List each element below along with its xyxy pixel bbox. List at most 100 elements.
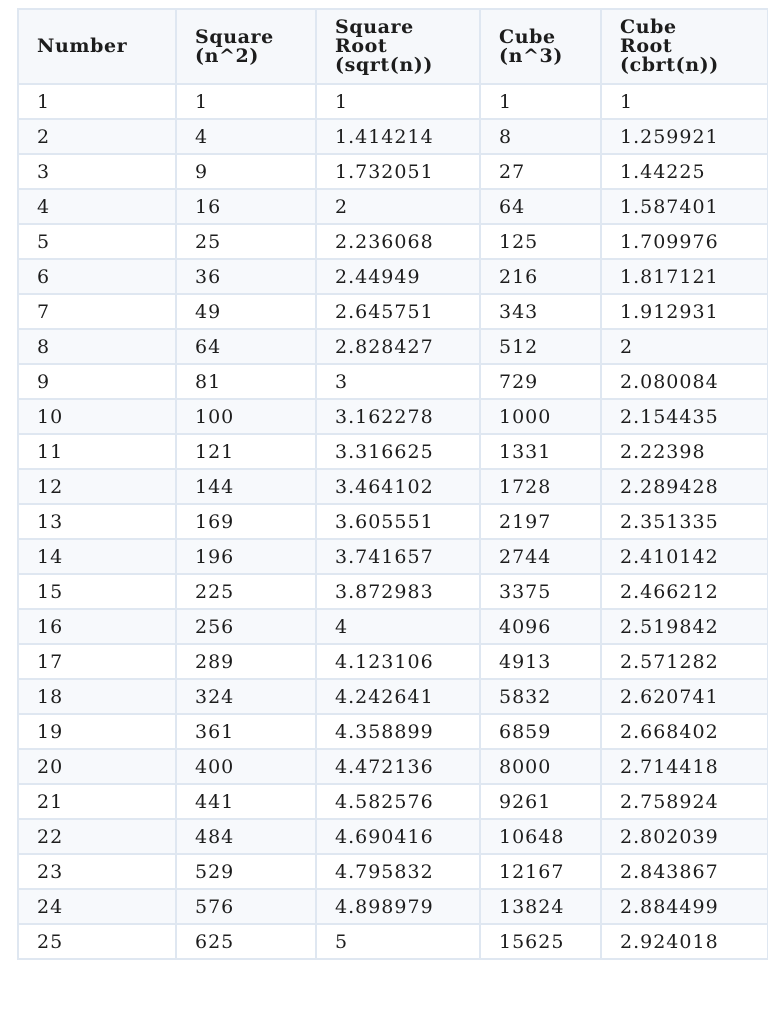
number-cell: 24 — [17, 888, 177, 925]
square-cell: 225 — [175, 573, 317, 610]
square-root-cell: 3.162278 — [315, 398, 481, 435]
table-row: 2 4 1.414214 8 1.259921 — [17, 118, 768, 155]
cube-cell: 13824 — [479, 888, 602, 925]
table-row: 8 64 2.828427 512 2 — [17, 328, 768, 365]
cube-root-cell: 1.709976 — [600, 223, 768, 260]
header-square-root: Square Root (sqrt(n)) — [315, 8, 481, 85]
square-root-cell: 4.582576 — [315, 783, 481, 820]
cube-root-cell: 2.924018 — [600, 923, 768, 960]
cube-cell: 12167 — [479, 853, 602, 890]
number-cell: 15 — [17, 573, 177, 610]
table-row: 7 49 2.645751 343 1.912931 — [17, 293, 768, 330]
number-cell: 10 — [17, 398, 177, 435]
table-row: 23 529 4.795832 12167 2.843867 — [17, 853, 768, 890]
table-row: 20 400 4.472136 8000 2.714418 — [17, 748, 768, 785]
square-cell: 196 — [175, 538, 317, 575]
cube-cell: 1 — [479, 83, 602, 120]
table-row: 4 16 2 64 1.587401 — [17, 188, 768, 225]
header-square: Square (n^2) — [175, 8, 317, 85]
square-cell: 169 — [175, 503, 317, 540]
cube-root-cell: 2.620741 — [600, 678, 768, 715]
cube-cell: 1000 — [479, 398, 602, 435]
number-cell: 6 — [17, 258, 177, 295]
header-cube: Cube (n^3) — [479, 8, 602, 85]
square-root-cell: 3.605551 — [315, 503, 481, 540]
cube-cell: 3375 — [479, 573, 602, 610]
cube-root-cell: 2 — [600, 328, 768, 365]
table-row: 17 289 4.123106 4913 2.571282 — [17, 643, 768, 680]
square-cell: 400 — [175, 748, 317, 785]
number-cell: 2 — [17, 118, 177, 155]
powers-and-roots-table-container: Number Square (n^2) Square Root (sqrt(n)… — [17, 8, 768, 960]
cube-cell: 9261 — [479, 783, 602, 820]
table-row: 14 196 3.741657 2744 2.410142 — [17, 538, 768, 575]
cube-root-cell: 2.466212 — [600, 573, 768, 610]
number-cell: 13 — [17, 503, 177, 540]
square-cell: 1 — [175, 83, 317, 120]
cube-root-cell: 1.912931 — [600, 293, 768, 330]
square-cell: 576 — [175, 888, 317, 925]
square-root-cell: 2 — [315, 188, 481, 225]
square-root-cell: 4.123106 — [315, 643, 481, 680]
cube-root-cell: 2.289428 — [600, 468, 768, 505]
square-root-cell: 1.732051 — [315, 153, 481, 190]
table-row: 15 225 3.872983 3375 2.466212 — [17, 573, 768, 610]
square-cell: 25 — [175, 223, 317, 260]
number-cell: 7 — [17, 293, 177, 330]
table-row: 16 256 4 4096 2.519842 — [17, 608, 768, 645]
table-row: 9 81 3 729 2.080084 — [17, 363, 768, 400]
powers-and-roots-table: Number Square (n^2) Square Root (sqrt(n)… — [17, 8, 768, 960]
header-row: Number Square (n^2) Square Root (sqrt(n)… — [17, 8, 768, 85]
cube-root-cell: 2.884499 — [600, 888, 768, 925]
square-root-cell: 3.316625 — [315, 433, 481, 470]
cube-cell: 4913 — [479, 643, 602, 680]
table-row: 11111 — [17, 83, 768, 120]
cube-cell: 343 — [479, 293, 602, 330]
cube-cell: 512 — [479, 328, 602, 365]
square-root-cell: 2.236068 — [315, 223, 481, 260]
square-root-cell: 1.414214 — [315, 118, 481, 155]
number-cell: 22 — [17, 818, 177, 855]
table-row: 5 25 2.236068 125 1.709976 — [17, 223, 768, 260]
cube-root-cell: 1.259921 — [600, 118, 768, 155]
square-cell: 64 — [175, 328, 317, 365]
table-row: 19 361 4.358899 6859 2.668402 — [17, 713, 768, 750]
cube-root-cell: 2.843867 — [600, 853, 768, 890]
cube-root-cell: 2.22398 — [600, 433, 768, 470]
number-cell: 11 — [17, 433, 177, 470]
number-cell: 3 — [17, 153, 177, 190]
square-root-cell: 3.872983 — [315, 573, 481, 610]
cube-cell: 2744 — [479, 538, 602, 575]
number-cell: 8 — [17, 328, 177, 365]
square-cell: 441 — [175, 783, 317, 820]
table-row: 3 9 1.732051 27 1.44225 — [17, 153, 768, 190]
cube-cell: 15625 — [479, 923, 602, 960]
square-cell: 529 — [175, 853, 317, 890]
square-root-cell: 2.828427 — [315, 328, 481, 365]
square-root-cell: 2.44949 — [315, 258, 481, 295]
square-root-cell: 3.464102 — [315, 468, 481, 505]
table-row: 12 144 3.464102 1728 2.289428 — [17, 468, 768, 505]
square-root-cell: 4.898979 — [315, 888, 481, 925]
number-cell: 9 — [17, 363, 177, 400]
number-cell: 1 — [17, 83, 177, 120]
number-cell: 5 — [17, 223, 177, 260]
cube-root-cell: 2.714418 — [600, 748, 768, 785]
table-header: Number Square (n^2) Square Root (sqrt(n)… — [17, 8, 768, 85]
square-root-cell: 4.242641 — [315, 678, 481, 715]
number-cell: 4 — [17, 188, 177, 225]
square-root-cell: 4 — [315, 608, 481, 645]
square-root-cell: 4.690416 — [315, 818, 481, 855]
square-cell: 324 — [175, 678, 317, 715]
table-row: 11 121 3.316625 1331 2.22398 — [17, 433, 768, 470]
header-cube-root: Cube Root (cbrt(n)) — [600, 8, 768, 85]
square-cell: 16 — [175, 188, 317, 225]
table-row: 6 36 2.44949 216 1.817121 — [17, 258, 768, 295]
cube-cell: 8 — [479, 118, 602, 155]
cube-cell: 729 — [479, 363, 602, 400]
number-cell: 16 — [17, 608, 177, 645]
cube-root-cell: 1.587401 — [600, 188, 768, 225]
square-cell: 484 — [175, 818, 317, 855]
number-cell: 18 — [17, 678, 177, 715]
cube-root-cell: 2.351335 — [600, 503, 768, 540]
